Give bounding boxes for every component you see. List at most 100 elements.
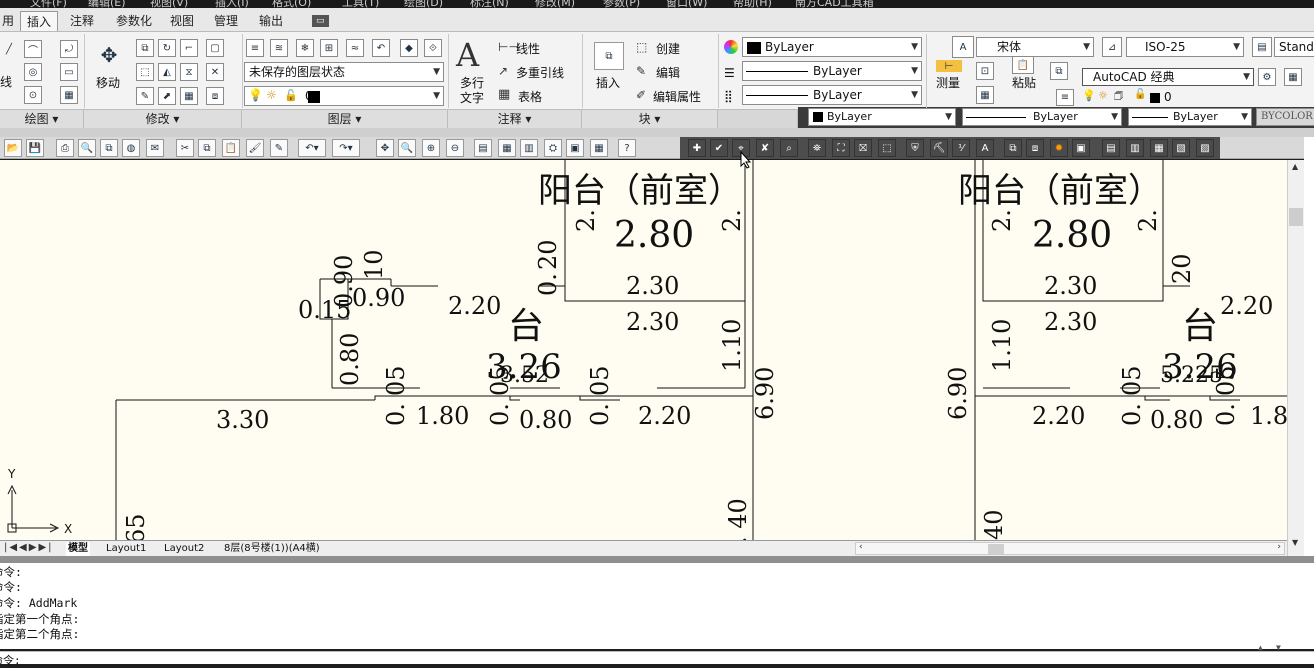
tab-annotate[interactable]: 注释 — [64, 11, 100, 31]
layer-freeze-icon[interactable]: ❄ — [296, 39, 314, 57]
nf-tool-2-icon[interactable]: ✔ — [710, 139, 728, 157]
prop-plotstyle-dropdown[interactable]: BYCOLOR — [1256, 108, 1314, 126]
text-style-icon[interactable]: A — [952, 36, 974, 58]
layer2-properties-icon[interactable]: ≡ — [1056, 89, 1074, 106]
layout-tab-layout2[interactable]: Layout2 — [162, 542, 206, 556]
publish-icon[interactable]: ⧉ — [100, 139, 118, 157]
layer-walk-icon[interactable]: ⟐ — [424, 39, 442, 57]
mtext-icon[interactable]: A — [456, 36, 479, 74]
layer-lock-icon[interactable]: ⊞ — [320, 39, 338, 57]
layer-state-dropdown[interactable]: 未保存的图层状态 ▼ — [244, 62, 444, 82]
create-block-label[interactable]: 创建 — [656, 40, 680, 57]
nf-tool-7-icon[interactable]: ⛶ — [832, 139, 850, 157]
workspace-settings-icon[interactable]: ⚙ — [1258, 68, 1276, 86]
paste-icon[interactable]: 📋 — [222, 139, 240, 157]
zoom-realtime-icon[interactable]: 🔍 — [398, 139, 416, 157]
3d-dwf-icon[interactable]: ◍ — [122, 139, 140, 157]
properties-icon[interactable]: ▤ — [474, 139, 492, 157]
panel-annotation-footer[interactable]: 注释 ▾ — [448, 109, 582, 128]
tab-parametric[interactable]: 参数化 — [110, 11, 158, 31]
layout-tab-8f[interactable]: 8层(8号楼(1))(A4横) — [222, 542, 322, 556]
lightbulb-icon[interactable]: 💡 — [248, 88, 263, 102]
edit-attribute-label[interactable]: 编辑属性 — [653, 88, 701, 105]
mirror-icon[interactable]: ⧖ — [180, 63, 198, 81]
etransmit-icon[interactable]: ✉ — [146, 139, 164, 157]
layout-nav-arrows-icon[interactable]: |◀◀▶▶| — [4, 542, 54, 553]
nf-tool-8-icon[interactable]: ⛝ — [854, 139, 872, 157]
stretch-icon[interactable]: ⬚ — [136, 63, 154, 81]
open-icon[interactable]: 📂 — [4, 139, 22, 157]
tablestyle-dropdown[interactable]: Standa — [1274, 37, 1314, 57]
unlock-icon[interactable]: 🔓 — [284, 89, 298, 102]
menu-tools[interactable]: 工具(T) — [342, 0, 379, 8]
nf-tool-12-icon[interactable]: ⅟ — [952, 139, 970, 157]
insert-block-icon[interactable]: ⧉ — [594, 42, 624, 70]
layer-isolate-icon[interactable]: ◆ — [400, 39, 418, 57]
pan-icon[interactable]: ✥ — [376, 139, 394, 157]
menu-edit[interactable]: 编辑(E) — [88, 0, 126, 8]
nf-tool-21-icon[interactable]: ▧ — [1172, 139, 1190, 157]
drawing-canvas[interactable]: 阳台（前室） 2.80 2.30 2.30 2.20 台 3.26 3.52 3… — [0, 160, 1287, 540]
help-icon[interactable]: ? — [618, 139, 636, 157]
prop-color-dropdown[interactable]: ByLayer ▼ — [808, 108, 956, 126]
layout-tab-layout1[interactable]: Layout1 — [104, 542, 148, 556]
panel-modify-footer[interactable]: 修改 ▾ — [84, 109, 242, 128]
nf-tool-16-icon[interactable]: ✹ — [1050, 139, 1068, 157]
scroll-right-icon[interactable]: › — [1277, 542, 1281, 552]
layer-properties-icon[interactable]: ≡ — [246, 39, 264, 57]
layer-previous-icon[interactable]: ↶ — [372, 39, 390, 57]
scroll-up-icon[interactable]: ▲ — [1292, 162, 1298, 171]
nf-tool-22-icon[interactable]: ▨ — [1196, 139, 1214, 157]
rotate-icon[interactable]: ↻ — [158, 39, 176, 57]
nf-tool-20-icon[interactable]: ▦ — [1150, 139, 1168, 157]
sheet-set-icon[interactable]: ⛭ — [544, 139, 562, 157]
tab-home[interactable]: 用 — [0, 11, 20, 31]
tab-view[interactable]: 视图 — [164, 11, 200, 31]
line-icon[interactable]: ╱ — [0, 40, 18, 58]
font-dropdown[interactable]: 宋体 ▼ — [976, 37, 1094, 57]
menu-nanfang-toolbox[interactable]: 南方CAD工具箱 — [795, 0, 874, 8]
table-style-icon[interactable]: ▤ — [1252, 37, 1272, 57]
lineweight-icon[interactable]: ⣿ — [724, 89, 733, 103]
calculator-icon[interactable]: ▦ — [976, 86, 994, 104]
menu-help[interactable]: 帮助(H) — [733, 0, 772, 8]
panel-block-footer[interactable]: 块 ▾ — [582, 109, 718, 128]
match-properties-icon[interactable]: 🖌 — [246, 139, 264, 157]
fillet-icon[interactable]: ▢ — [206, 39, 224, 57]
panel-draw-footer[interactable]: 绘图 ▾ — [0, 109, 84, 128]
scale-icon[interactable]: ⬈ — [158, 87, 176, 105]
menu-params[interactable]: 参数(P) — [603, 0, 640, 8]
nf-tool-15-icon[interactable]: ⧈ — [1026, 139, 1044, 157]
menu-window[interactable]: 窗口(W) — [666, 0, 707, 8]
offset-icon[interactable]: ⧈ — [206, 87, 224, 105]
menu-modify[interactable]: 修改(M) — [535, 0, 575, 8]
measure-icon[interactable]: ⊢ — [936, 60, 962, 72]
nf-tool-19-icon[interactable]: ▥ — [1126, 139, 1144, 157]
ellipse-icon[interactable]: ⊙ — [24, 86, 42, 104]
linetype-icon[interactable]: ☰ — [724, 66, 735, 80]
nf-tool-9-icon[interactable]: ⬚ — [878, 139, 896, 157]
dim-style-icon[interactable]: ⊿ — [1102, 37, 1122, 57]
table-icon[interactable]: ▦ — [498, 87, 510, 102]
edit-attribute-icon[interactable]: ✐ — [636, 88, 646, 102]
color-dropdown[interactable]: ByLayer ▼ — [742, 37, 922, 57]
tool-palettes-icon[interactable]: ▥ — [520, 139, 538, 157]
save-icon[interactable]: 💾 — [26, 139, 44, 157]
horizontal-scrollbar[interactable]: ‹ › — [855, 542, 1285, 555]
edit-block-label[interactable]: 编辑 — [656, 64, 680, 81]
create-block-icon[interactable]: ⬚ — [636, 40, 647, 54]
sun-icon[interactable]: ☼ — [266, 88, 277, 102]
copy-icon[interactable]: ⧉ — [136, 39, 154, 57]
layer2-bulb-icon[interactable]: 💡 — [1082, 89, 1096, 102]
layer2-color-swatch[interactable] — [1150, 93, 1160, 103]
arc-icon[interactable]: ⤾ — [60, 40, 78, 58]
nf-tool-4-icon[interactable]: ✘ — [756, 139, 774, 157]
nf-tool-10-icon[interactable]: ⛨ — [906, 139, 924, 157]
tab-output[interactable]: 输出 — [253, 11, 289, 31]
menu-insert[interactable]: 插入(I) — [215, 0, 249, 8]
trim-icon[interactable]: ⌐ — [180, 39, 198, 57]
calc-icon[interactable]: ▦ — [590, 139, 608, 157]
vertical-scroll-thumb[interactable] — [1289, 208, 1303, 226]
linear-dim-label[interactable]: 线性 — [516, 40, 540, 57]
command-input[interactable]: 命令: — [0, 651, 1314, 667]
